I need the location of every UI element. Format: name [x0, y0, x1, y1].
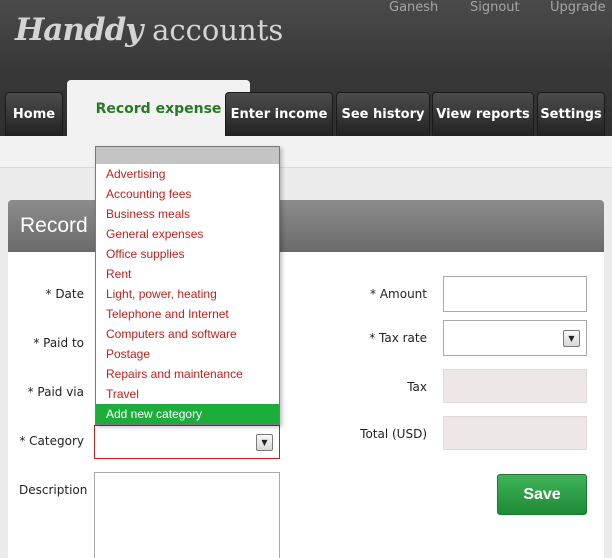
logo-wordmark-bold: Handdy: [15, 12, 143, 48]
tab-see-history[interactable]: See history: [336, 92, 430, 136]
tab-view-reports[interactable]: View reports: [432, 92, 534, 136]
category-option[interactable]: Light, power, heating: [96, 284, 279, 304]
paid-via-label: * Paid via: [27, 385, 84, 399]
amount-input[interactable]: [443, 276, 587, 312]
amount-label: * Amount: [370, 287, 427, 301]
upgrade-link[interactable]: Upgrade: [550, 0, 606, 15]
category-option[interactable]: General expenses: [96, 224, 279, 244]
tax-field: [443, 369, 587, 403]
tab-enter-income[interactable]: Enter income: [225, 92, 333, 136]
panel-title: Record: [20, 214, 88, 237]
description-textarea[interactable]: [94, 472, 280, 558]
dropdown-empty-option[interactable]: [96, 147, 279, 164]
tax-label: Tax: [407, 380, 427, 394]
paid-to-label: * Paid to: [33, 336, 84, 350]
chevron-down-icon[interactable]: ▼: [563, 330, 580, 347]
category-option[interactable]: Repairs and maintenance: [96, 364, 279, 384]
subnav-bar: [0, 136, 612, 168]
tax-rate-select[interactable]: ▼: [443, 320, 587, 356]
total-field: [443, 416, 587, 450]
category-option[interactable]: Travel: [96, 384, 279, 404]
total-label: Total (USD): [360, 427, 427, 441]
category-dropdown-list[interactable]: Advertising Accounting fees Business mea…: [95, 146, 280, 425]
category-select[interactable]: ▼: [94, 425, 280, 459]
description-label: Description: [19, 483, 88, 497]
app-logo[interactable]: Handdy accounts: [15, 12, 283, 48]
category-option[interactable]: Rent: [96, 264, 279, 284]
signout-link[interactable]: Signout: [470, 0, 520, 15]
category-label: * Category: [19, 434, 84, 448]
chevron-down-icon[interactable]: ▼: [256, 434, 273, 451]
category-option[interactable]: Postage: [96, 344, 279, 364]
category-option[interactable]: Telephone and Internet: [96, 304, 279, 324]
category-option[interactable]: Office supplies: [96, 244, 279, 264]
user-name-link[interactable]: Ganesh: [389, 0, 438, 15]
logo-wordmark-light: accounts: [152, 13, 284, 47]
tab-settings[interactable]: Settings: [537, 92, 605, 136]
category-option[interactable]: Computers and software: [96, 324, 279, 344]
save-button[interactable]: Save: [497, 474, 587, 515]
tab-record-expense[interactable]: Record expense: [67, 80, 250, 136]
tab-home[interactable]: Home: [5, 92, 63, 136]
date-label: * Date: [45, 287, 85, 301]
category-option[interactable]: Advertising: [96, 164, 279, 184]
add-new-category-option[interactable]: Add new category: [96, 404, 279, 424]
category-option[interactable]: Accounting fees: [96, 184, 279, 204]
tax-rate-label: * Tax rate: [369, 331, 427, 345]
category-option[interactable]: Business meals: [96, 204, 279, 224]
